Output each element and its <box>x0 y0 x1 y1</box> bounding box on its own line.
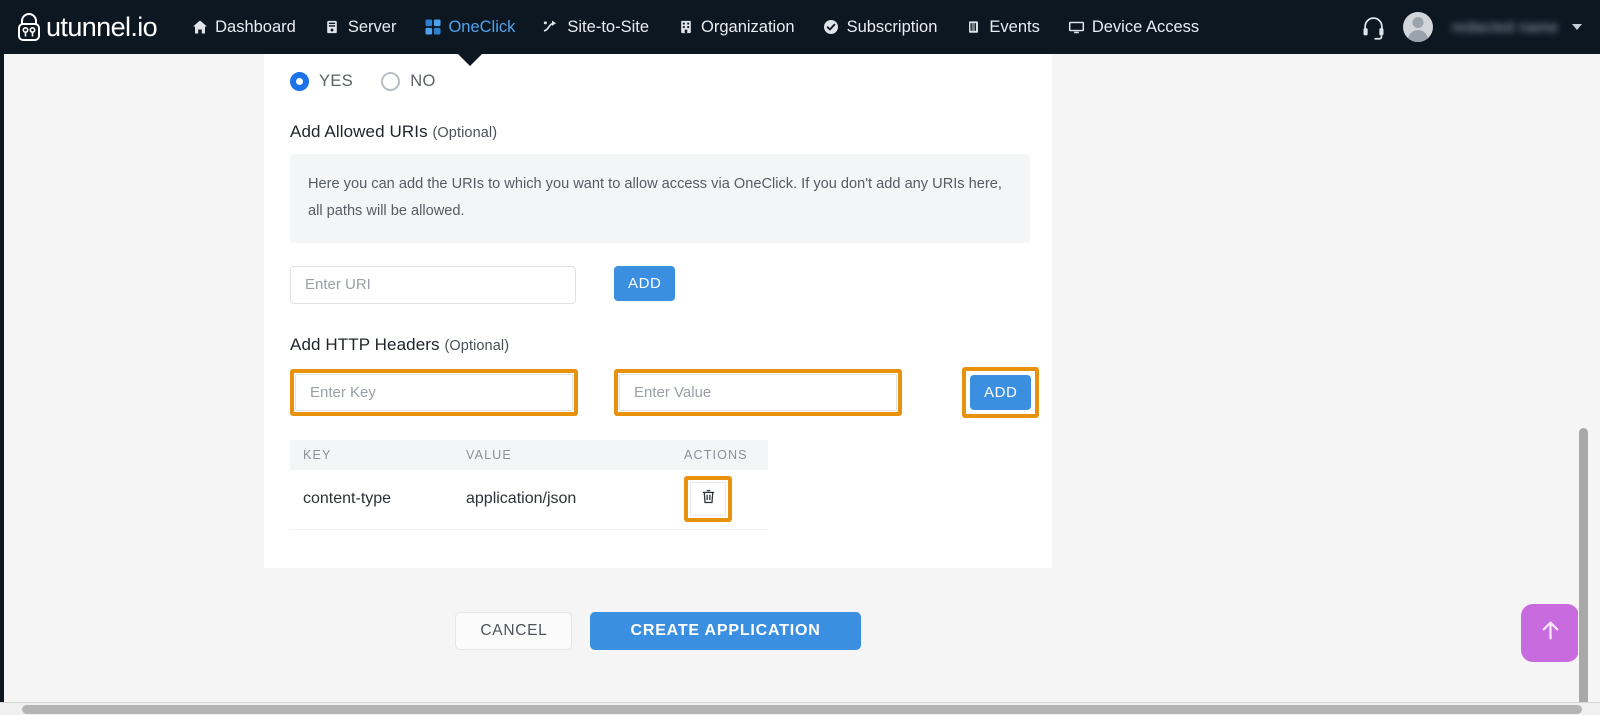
list-doc-icon <box>965 19 982 36</box>
user-avatar-icon <box>1403 12 1434 42</box>
nav-label: Organization <box>701 17 795 36</box>
nav-label: Dashboard <box>215 17 296 36</box>
highlight-key-input <box>290 368 578 416</box>
nav-label: OneClick <box>448 17 516 36</box>
oneclick-application-form-card: YES NO Add Allowed URIs (Optional) Here … <box>264 54 1052 568</box>
user-menu[interactable]: redacted name <box>1403 12 1582 42</box>
allowed-uris-title: Add Allowed URIs <box>290 122 428 141</box>
uri-input[interactable] <box>290 265 576 304</box>
header-add-button[interactable]: ADD <box>970 374 1032 410</box>
window-left-edge <box>0 54 4 704</box>
horizontal-scrollbar[interactable] <box>0 702 1600 715</box>
monitor-icon <box>1068 19 1085 36</box>
radio-no-indicator <box>381 72 401 91</box>
trash-icon <box>700 488 717 510</box>
form-actions: CANCEL CREATE APPLICATION <box>264 612 1052 650</box>
radio-yes-indicator <box>290 72 309 91</box>
radio-yes-label: YES <box>319 72 354 90</box>
column-header-actions: ACTIONS <box>684 447 748 462</box>
navbar-right: redacted name <box>1359 0 1600 54</box>
nav-item-site-to-site[interactable]: Site-to-Site <box>529 0 663 54</box>
lock-tunnel-logo-icon <box>14 11 44 43</box>
vertical-scrollbar[interactable] <box>1578 108 1589 715</box>
cell-actions <box>684 476 768 523</box>
allowed-uris-input-row: ADD <box>290 265 1026 304</box>
radio-option-yes[interactable]: YES <box>290 72 353 91</box>
header-value-input[interactable] <box>619 373 897 411</box>
nav-item-subscription[interactable]: Subscription <box>809 0 952 54</box>
home-icon <box>191 19 208 36</box>
nav-label: Subscription <box>846 17 938 36</box>
nav-item-oneclick[interactable]: OneClick <box>410 0 529 66</box>
uri-add-button[interactable]: ADD <box>614 265 676 301</box>
nav-item-dashboard[interactable]: Dashboard <box>177 0 310 54</box>
highlight-delete-row-button <box>684 476 732 523</box>
column-header-value: VALUE <box>466 447 512 462</box>
grid-squares-icon <box>424 19 441 36</box>
http-headers-optional-tag: (Optional) <box>444 337 510 354</box>
nav-items: Dashboard Server OneClick Site-to-Site O… <box>177 0 1213 66</box>
allowed-uris-optional-tag: (Optional) <box>432 125 498 141</box>
delete-row-button[interactable] <box>690 482 726 517</box>
vertical-scrollbar-thumb[interactable] <box>1579 428 1588 715</box>
http-headers-table: KEY VALUE ACTIONS content-type applicati… <box>290 439 768 530</box>
nav-item-device-access[interactable]: Device Access <box>1054 0 1213 54</box>
highlight-header-add-button: ADD <box>962 366 1040 418</box>
highlight-value-input <box>614 368 902 416</box>
arrow-up-icon <box>1537 617 1564 649</box>
http-headers-input-row: ADD <box>290 366 1040 418</box>
brand-logo-link[interactable]: utunnel.io <box>14 0 158 54</box>
radio-no-label: NO <box>410 72 436 90</box>
radio-option-no[interactable]: NO <box>381 72 436 91</box>
nav-label: Device Access <box>1091 17 1200 36</box>
nav-item-events[interactable]: Events <box>951 0 1053 54</box>
http-headers-heading: Add HTTP Headers (Optional) <box>290 335 1026 355</box>
table-header-row: KEY VALUE ACTIONS <box>290 439 768 470</box>
nav-item-server[interactable]: Server <box>310 0 411 54</box>
horizontal-scrollbar-thumb[interactable] <box>22 705 1582 714</box>
headset-icon[interactable] <box>1359 13 1387 41</box>
building-icon <box>677 19 694 36</box>
brand-text: utunnel.io <box>46 11 158 42</box>
nav-label: Events <box>989 17 1040 36</box>
table-row: content-type application/json <box>290 470 768 530</box>
check-badge-icon <box>823 19 840 36</box>
http-headers-title: Add HTTP Headers <box>290 334 440 354</box>
nav-item-organization[interactable]: Organization <box>663 0 809 54</box>
nav-label: Server <box>347 17 397 36</box>
allowed-uris-info-box: Here you can add the URIs to which you w… <box>290 154 1030 243</box>
create-application-button[interactable]: CREATE APPLICATION <box>590 612 861 650</box>
user-name: redacted name <box>1442 18 1563 36</box>
nav-label: Site-to-Site <box>567 17 650 36</box>
branch-arrow-icon <box>543 19 560 36</box>
cancel-button[interactable]: CANCEL <box>455 612 573 650</box>
top-navbar: utunnel.io Dashboard Server OneClick Sit… <box>0 0 1600 66</box>
app-root: utunnel.io Dashboard Server OneClick Sit… <box>0 0 1600 715</box>
server-icon <box>324 19 341 36</box>
page-body: YES NO Add Allowed URIs (Optional) Here … <box>0 54 1589 715</box>
allowed-uris-heading: Add Allowed URIs (Optional) <box>290 122 1026 142</box>
active-tab-pointer <box>457 54 482 66</box>
cell-value: application/json <box>466 490 577 508</box>
scroll-to-top-button[interactable] <box>1521 604 1579 662</box>
yes-no-radio-group: YES NO <box>290 72 1026 91</box>
cell-key: content-type <box>303 490 392 508</box>
column-header-key: KEY <box>303 447 332 462</box>
chevron-down-icon <box>1572 24 1582 30</box>
header-key-input[interactable] <box>295 373 573 411</box>
